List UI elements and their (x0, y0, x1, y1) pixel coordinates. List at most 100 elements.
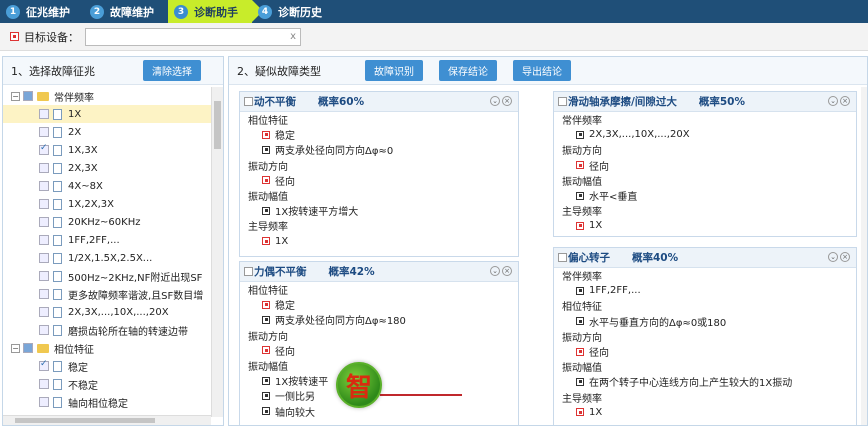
tree-item[interactable]: 不稳定 (3, 375, 211, 393)
tree-item[interactable]: 轴向相位稳定 (3, 393, 211, 411)
symptom-panel-header: 1、选择故障征兆 清除选择 (3, 57, 223, 85)
identify-fault-button[interactable]: 故障识别 (365, 60, 423, 81)
feature-category: 振动方向 (240, 328, 518, 343)
checkbox[interactable] (39, 307, 49, 317)
document-icon (53, 180, 62, 192)
fault-type-panel: 2、疑似故障类型 故障识别 保存结论 导出结论 动不平衡 概率60% ⌄ × 相位特征稳… (228, 56, 868, 426)
feature-value: 径向 (240, 343, 518, 358)
step-number-icon: 3 (174, 4, 188, 19)
tree-item[interactable]: 1X,3X (3, 141, 211, 159)
feature-value: 稳定 (240, 127, 518, 142)
feature-value: 两支承处径向同方向Δφ≈0 (240, 142, 518, 157)
tree-item[interactable]: 20KHz~60KHz (3, 213, 211, 231)
checkbox[interactable] (39, 397, 49, 407)
step-2[interactable]: 2 故障维护 (84, 0, 168, 23)
checkbox[interactable] (23, 91, 33, 101)
save-conclusion-button[interactable]: 保存结论 (439, 60, 497, 81)
bullet-icon (262, 300, 270, 309)
checkbox[interactable] (23, 343, 33, 353)
tree-item[interactable]: 4X~8X (3, 177, 211, 195)
target-device-label: 目标设备： (24, 30, 79, 44)
checkbox[interactable] (39, 379, 49, 389)
checkbox[interactable] (39, 359, 49, 371)
close-icon[interactable]: × (502, 96, 512, 106)
tree-item[interactable]: 500Hz~2KHz,NF附近出现SF (3, 267, 211, 285)
step-1[interactable]: 1 征兆维护 (0, 0, 84, 23)
feature-category: 振动方向 (240, 158, 518, 173)
tree-item[interactable]: 更多故障频率谐波,且SF数目增 (3, 285, 211, 303)
tree-horizontal-scrollbar[interactable] (3, 415, 211, 425)
cards-scrollbar[interactable] (861, 87, 867, 425)
close-icon[interactable]: × (840, 96, 850, 106)
collapse-icon[interactable]: − (11, 91, 20, 101)
document-icon (53, 162, 62, 174)
feature-category: 相位特征 (240, 112, 518, 127)
tree-item[interactable]: 1/2X,1.5X,2.5X... (3, 249, 211, 267)
collapse-icon[interactable]: ⌄ (828, 252, 838, 262)
feature-text: 2X,3X,...,10X,...,20X (589, 129, 690, 141)
collapse-icon[interactable]: ⌄ (828, 96, 838, 106)
tree-item[interactable]: 1X,2X,3X (3, 195, 211, 213)
tree-item[interactable]: 1FF,2FF,... (3, 231, 211, 249)
checkbox[interactable] (39, 127, 49, 137)
card-checkbox[interactable] (558, 97, 567, 106)
tree-group[interactable]: − 相位特征 (3, 339, 211, 357)
tree-item[interactable]: 2X,3X,...,10X,...,20X (3, 303, 211, 321)
target-device-input[interactable]: x (85, 27, 301, 46)
assistant-logo-icon[interactable]: 智 (336, 362, 382, 408)
document-icon (53, 252, 62, 264)
feature-category: 相位特征 (240, 282, 518, 297)
close-icon[interactable]: × (502, 266, 512, 276)
export-conclusion-button[interactable]: 导出结论 (513, 60, 571, 81)
bullet-icon (262, 176, 270, 185)
symptom-panel-title: 1、选择故障征兆 (11, 64, 95, 78)
checkbox[interactable] (39, 109, 49, 119)
feature-text: 1X (589, 406, 603, 418)
card-checkbox[interactable] (244, 97, 253, 106)
checkbox[interactable] (39, 325, 49, 335)
document-icon (53, 360, 62, 372)
close-icon[interactable]: × (840, 252, 850, 262)
step-3[interactable]: 3 诊断助手 (168, 0, 263, 23)
feature-text: 主导频率 (248, 222, 288, 234)
step-4[interactable]: 4 诊断历史 (252, 0, 336, 23)
checkbox[interactable] (39, 271, 49, 281)
collapse-icon[interactable]: ⌄ (490, 266, 500, 276)
tag-icon (10, 32, 19, 41)
card-checkbox[interactable] (244, 267, 253, 276)
checkbox[interactable] (39, 253, 49, 263)
fault-name: 偏心转子 (568, 252, 610, 264)
collapse-icon[interactable]: − (11, 343, 20, 353)
checkbox[interactable] (39, 235, 49, 245)
checkbox[interactable] (39, 199, 49, 209)
fault-panel-title: 2、疑似故障类型 (237, 64, 321, 78)
checkbox[interactable] (39, 163, 49, 173)
tree-vertical-scrollbar[interactable] (211, 87, 223, 417)
fault-name: 滑动轴承摩擦/间隙过大 (568, 96, 677, 108)
feature-value: 径向 (554, 158, 856, 173)
card-checkbox[interactable] (558, 253, 567, 262)
feature-text: 振动方向 (248, 331, 288, 343)
document-icon (53, 306, 62, 318)
scroll-thumb[interactable] (214, 101, 221, 149)
tree-item[interactable]: 稳定 (3, 357, 211, 375)
scroll-thumb[interactable] (15, 418, 155, 423)
tree-item[interactable]: 2X,3X (3, 159, 211, 177)
checkbox[interactable] (39, 181, 49, 191)
tree-item[interactable]: 磨损齿轮所在轴的转速边带 (3, 321, 211, 339)
document-icon (53, 234, 62, 246)
tree-item[interactable]: 2X (3, 123, 211, 141)
logo-underline (380, 394, 462, 396)
tree-item[interactable]: 1X (3, 105, 211, 123)
collapse-icon[interactable]: ⌄ (490, 96, 500, 106)
clear-icon[interactable]: x (290, 31, 296, 42)
bullet-icon (262, 206, 270, 215)
checkbox[interactable] (39, 217, 49, 227)
step-label: 诊断助手 (194, 5, 238, 19)
bullet-icon (576, 130, 584, 139)
checkbox[interactable] (39, 143, 49, 155)
checkbox[interactable] (39, 289, 49, 299)
tree-group[interactable]: − 常伴频率 (3, 87, 211, 105)
feature-value: 稳定 (240, 297, 518, 312)
clear-selection-button[interactable]: 清除选择 (143, 60, 201, 81)
